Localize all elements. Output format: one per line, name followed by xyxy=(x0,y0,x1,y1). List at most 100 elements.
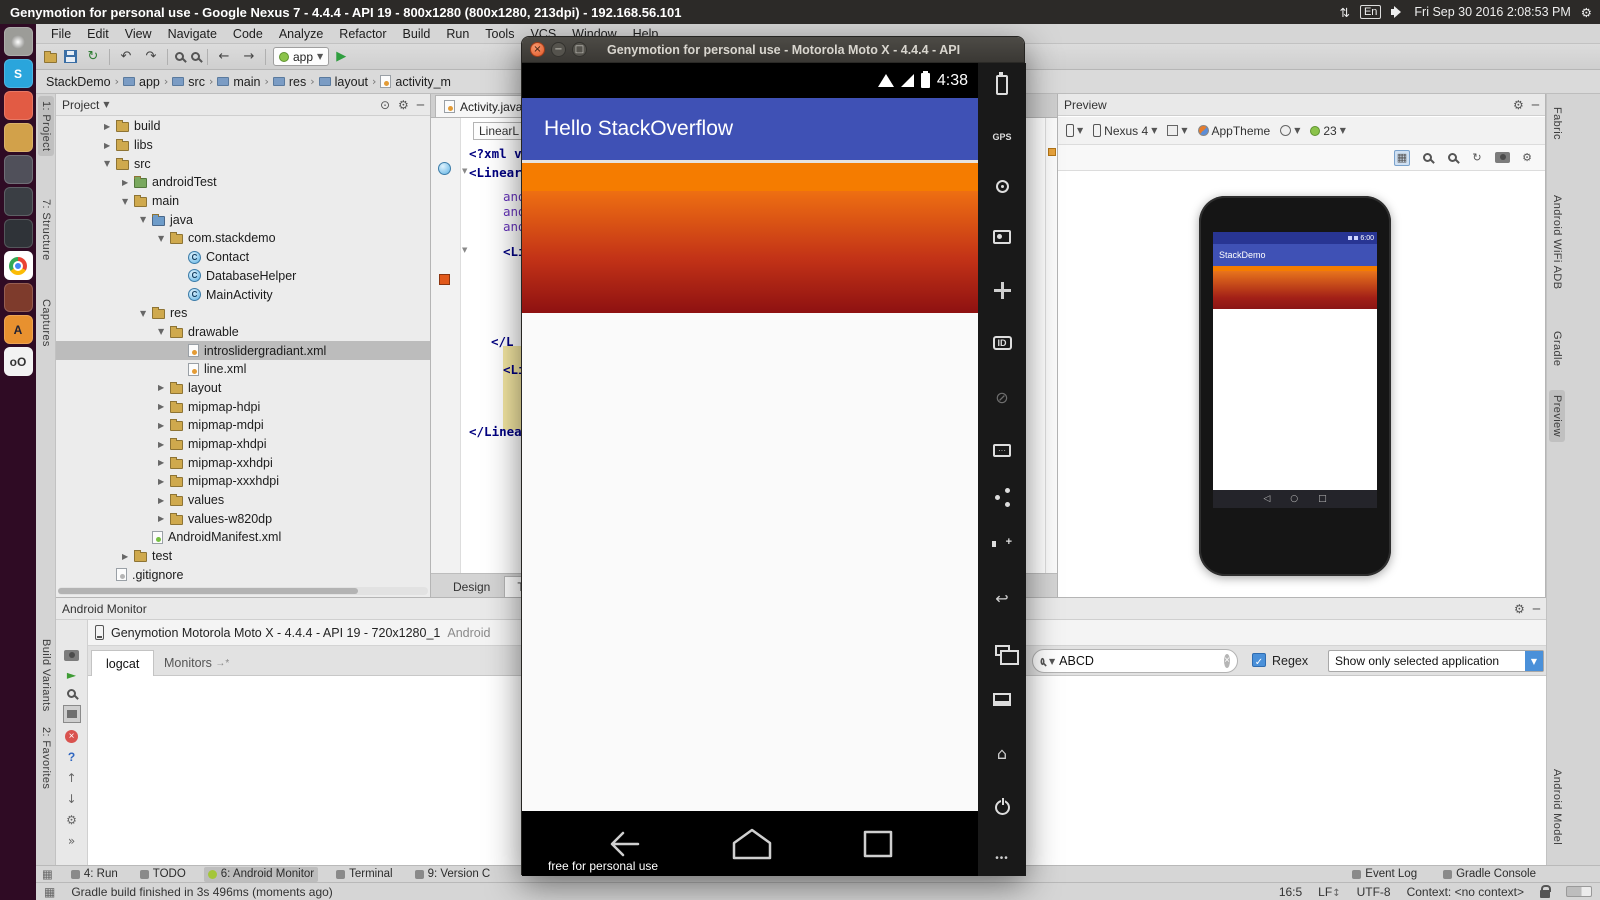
expand-chevrons-icon[interactable]: » xyxy=(68,834,75,848)
scrollbar-thumb[interactable] xyxy=(58,588,358,594)
menu-tools[interactable]: Tools xyxy=(478,26,521,42)
tree-item-androidmanifest[interactable]: AndroidManifest.xml xyxy=(56,528,430,547)
horizontal-scrollbar[interactable] xyxy=(58,587,428,595)
snapshot-icon[interactable] xyxy=(1494,150,1510,166)
tab-design[interactable]: Design xyxy=(441,577,502,597)
rotate-back-icon[interactable]: ↩ xyxy=(995,589,1008,608)
run-config-combo[interactable]: app ▼ xyxy=(273,47,330,66)
chevron-down-icon[interactable]: ▼ xyxy=(103,100,109,109)
app-dark-icon[interactable] xyxy=(3,155,33,184)
session-gear-icon[interactable]: ⚙ xyxy=(1581,5,1592,20)
tool-button-run[interactable]: 4: Run xyxy=(67,867,122,882)
tree-item-test[interactable]: ▶ test xyxy=(56,547,430,566)
tool-button-event-log[interactable]: Event Log xyxy=(1348,867,1421,882)
orientation-dropdown[interactable]: ▼ xyxy=(1066,124,1083,137)
tree-item-androidtest[interactable]: ▶ androidTest xyxy=(56,173,430,192)
back-icon[interactable]: ← xyxy=(215,49,233,64)
back-icon[interactable] xyxy=(602,827,646,861)
genymotion-icon[interactable]: oO xyxy=(3,347,33,376)
breadcrumb-item-layout[interactable]: layout xyxy=(318,75,368,89)
menu-run[interactable]: Run xyxy=(439,26,476,42)
tree-item-gitignore[interactable]: .gitignore xyxy=(56,566,430,585)
target-dropdown[interactable]: ▼ xyxy=(1167,125,1188,136)
project-panel-title[interactable]: Project xyxy=(62,98,99,112)
show-blueprint-icon[interactable]: ▦ xyxy=(1394,149,1410,166)
menu-navigate[interactable]: Navigate xyxy=(161,26,224,42)
editor-breadcrumb-chip[interactable]: LinearL xyxy=(473,122,526,140)
line-separator-indicator[interactable]: LF↕ xyxy=(1318,885,1340,899)
sync-arrows-icon[interactable]: ⇅ xyxy=(1339,5,1349,20)
breadcrumb-item-module[interactable]: StackDemo xyxy=(46,75,111,89)
tree-item-layout[interactable]: ▶ layout xyxy=(56,379,430,398)
fold-arrow-icon[interactable]: ▼ xyxy=(462,246,467,254)
tool-button-todo[interactable]: TODO xyxy=(136,867,190,882)
tree-item-res[interactable]: ▼ res xyxy=(56,304,430,323)
logcat-search-field[interactable]: ▼ × xyxy=(1032,649,1238,673)
down-icon[interactable]: ↓ xyxy=(66,792,76,806)
chevron-down-icon[interactable]: ▼ xyxy=(1525,651,1543,671)
tree-item-mipmap-xxhdpi[interactable]: ▶ mipmap-xxhdpi xyxy=(56,453,430,472)
keyboard-layout-indicator[interactable]: En xyxy=(1359,5,1382,19)
files-icon[interactable] xyxy=(3,123,33,152)
recent-apps-icon[interactable] xyxy=(994,644,1019,665)
search-input[interactable] xyxy=(1059,654,1221,668)
tool-button-android-wifi-adb[interactable]: Android WiFi ADB xyxy=(1549,190,1565,294)
zoom-out-icon[interactable] xyxy=(191,52,200,61)
tree-item-line-xml[interactable]: line.xml xyxy=(56,360,430,379)
chevron-down-icon[interactable]: ▼ xyxy=(140,309,152,318)
zoom-out-icon[interactable] xyxy=(1444,150,1460,166)
tree-item-drawable[interactable]: ▼ drawable xyxy=(56,323,430,342)
tool-button-fabric[interactable]: Fabric xyxy=(1549,102,1565,145)
home-icon[interactable] xyxy=(730,827,774,861)
menu-edit[interactable]: Edit xyxy=(80,26,116,42)
code-line[interactable]: </L xyxy=(491,334,514,349)
menu-refactor[interactable]: Refactor xyxy=(332,26,393,42)
breadcrumb-item-app[interactable]: app xyxy=(123,75,160,89)
up-icon[interactable]: ↑ xyxy=(66,771,76,785)
android-studio-icon[interactable]: A xyxy=(3,315,33,344)
maximize-button[interactable]: □ xyxy=(572,42,587,57)
chevron-right-icon[interactable]: ▶ xyxy=(158,383,170,392)
encoding-indicator[interactable]: UTF-8 xyxy=(1357,885,1391,899)
tool-button-terminal[interactable]: Terminal xyxy=(332,867,396,882)
play-icon[interactable]: ► xyxy=(67,668,76,682)
tree-item-mipmap-xxxhdpi[interactable]: ▶ mipmap-xxxhdpi xyxy=(56,472,430,491)
more-options-icon[interactable]: ••• xyxy=(995,853,1009,864)
close-button[interactable]: × xyxy=(530,42,545,57)
chevron-right-icon[interactable]: ▶ xyxy=(122,178,134,187)
warning-mark[interactable] xyxy=(1048,148,1056,156)
zoom-in-icon[interactable] xyxy=(175,52,184,61)
chevron-down-icon[interactable]: ▼ xyxy=(158,327,170,336)
chevron-right-icon[interactable]: ▶ xyxy=(158,477,170,486)
magnifier-icon[interactable] xyxy=(67,689,76,698)
menu-file[interactable]: File xyxy=(44,26,78,42)
caret-position[interactable]: 16:5 xyxy=(1279,885,1302,899)
help-icon[interactable]: ? xyxy=(68,750,75,764)
camera-widget-icon[interactable] xyxy=(993,230,1011,245)
clock[interactable]: Fri Sep 30 2016 2:08:53 PM xyxy=(1414,5,1570,19)
volume-up-icon[interactable] xyxy=(992,536,1012,551)
hide-panel-icon[interactable]: ─ xyxy=(417,98,424,112)
chevron-down-icon[interactable]: ▼ xyxy=(122,197,134,206)
theme-dropdown[interactable]: AppTheme xyxy=(1197,124,1270,138)
toggle-toolwindows-icon[interactable]: ▦ xyxy=(44,885,55,899)
app-grid-icon[interactable] xyxy=(3,91,33,120)
tree-item-values-w820dp[interactable]: ▶ values-w820dp xyxy=(56,509,430,528)
gps-widget-icon[interactable]: GPS xyxy=(992,132,1011,142)
redo-icon[interactable]: ↷ xyxy=(142,49,160,64)
recents-icon[interactable] xyxy=(858,827,898,861)
tree-item-mipmap-xhdpi[interactable]: ▶ mipmap-xhdpi xyxy=(56,435,430,454)
gutter-color-preview[interactable] xyxy=(439,274,450,285)
tree-item-mainactivity[interactable]: MainActivity xyxy=(56,285,430,304)
breadcrumb-item-file[interactable]: activity_m xyxy=(380,75,451,89)
hide-panel-icon[interactable]: ─ xyxy=(1533,602,1540,616)
device-preview-screen[interactable]: 6:00 StackDemo ◁ ○ □ xyxy=(1213,232,1377,508)
sync-icon[interactable]: ↻ xyxy=(84,49,102,64)
genymotion-title-bar[interactable]: × − □ Genymotion for personal use - Moto… xyxy=(522,37,1024,63)
tree-item-mipmap-hdpi[interactable]: ▶ mipmap-hdpi xyxy=(56,397,430,416)
chevron-right-icon[interactable]: ▶ xyxy=(158,496,170,505)
menu-build[interactable]: Build xyxy=(396,26,438,42)
chevron-down-icon[interactable]: ▼ xyxy=(104,159,116,168)
run-button[interactable]: ▶ xyxy=(336,49,346,64)
share-icon[interactable] xyxy=(994,494,1000,500)
